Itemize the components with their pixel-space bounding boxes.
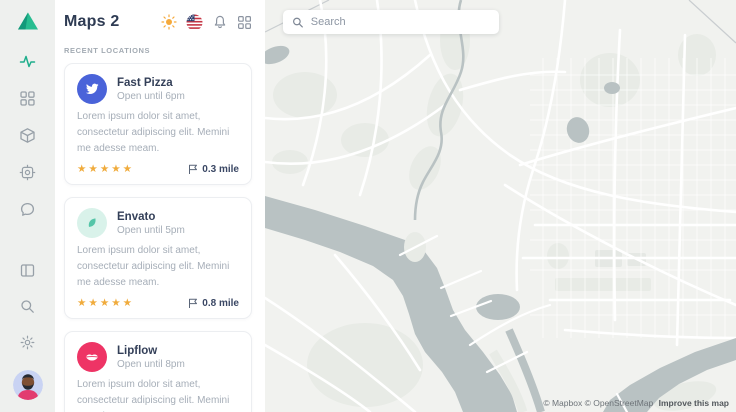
search-icon [292, 16, 304, 29]
leaf-icon [77, 208, 107, 238]
location-name: Lipflow [117, 345, 185, 357]
location-hours: Open until 6pm [117, 91, 185, 102]
user-avatar[interactable] [13, 370, 43, 400]
map-tiles [265, 0, 736, 412]
location-description: Lorem ipsum dolor sit amet, consectetur … [77, 109, 239, 157]
grid-icon[interactable] [19, 90, 36, 107]
location-card-lipflow[interactable]: Lipflow Open until 8pm Lorem ipsum dolor… [64, 331, 252, 412]
bell-icon[interactable] [212, 14, 228, 30]
avatar-image [13, 370, 43, 400]
distance-badge: 0.3 mile [188, 164, 239, 175]
location-hours: Open until 8pm [117, 359, 185, 370]
mapbox-link[interactable]: © Mapbox [543, 398, 582, 408]
location-name: Envato [117, 211, 185, 223]
sidebar-nav [19, 53, 36, 218]
activity-icon[interactable] [19, 53, 36, 70]
map-attribution: © Mapbox © OpenStreetMap Improve this ma… [543, 398, 729, 408]
gear-icon[interactable] [19, 334, 36, 351]
bird-icon [77, 74, 107, 104]
flag-icon [188, 164, 198, 175]
location-description: Lorem ipsum dolor sit amet, consectetur … [77, 243, 239, 291]
triangle-logo-icon [16, 10, 40, 32]
sidebar-bottom-nav [13, 262, 43, 400]
location-name: Fast Pizza [117, 77, 185, 89]
panel-header: Maps 2 [55, 0, 265, 31]
us-flag-icon[interactable] [186, 14, 203, 31]
recent-locations-list: Fast Pizza Open until 6pm Lorem ipsum do… [55, 63, 265, 412]
sidebar-rail [0, 0, 55, 412]
location-card-envato[interactable]: Envato Open until 5pm Lorem ipsum dolor … [64, 197, 252, 319]
section-label: RECENT LOCATIONS [55, 31, 265, 63]
distance-value: 0.3 mile [202, 164, 239, 175]
location-hours: Open until 5pm [117, 225, 185, 236]
map-canvas[interactable]: © Mapbox © OpenStreetMap Improve this ma… [265, 0, 736, 412]
chip-icon[interactable] [19, 164, 36, 181]
map-search-bar [283, 10, 499, 34]
apps-grid-icon[interactable] [237, 15, 252, 30]
improve-map-link[interactable]: Improve this map [659, 398, 729, 408]
distance-badge: 0.8 mile [188, 298, 239, 309]
rating-stars: ★★★★★ [77, 297, 134, 309]
layout-sidebar-icon[interactable] [19, 262, 36, 279]
app-logo[interactable] [16, 10, 40, 37]
page-title: Maps 2 [64, 13, 119, 31]
location-description: Lorem ipsum dolor sit amet, consectetur … [77, 377, 239, 412]
search-input[interactable] [311, 16, 490, 28]
header-icons [161, 14, 252, 31]
osm-link[interactable]: © OpenStreetMap [585, 398, 654, 408]
locations-panel: Maps 2 [55, 0, 265, 412]
location-card-fast-pizza[interactable]: Fast Pizza Open until 6pm Lorem ipsum do… [64, 63, 252, 185]
flag-icon [188, 298, 198, 309]
lips-icon [77, 342, 107, 372]
sun-icon[interactable] [161, 14, 177, 30]
chat-bubble-icon[interactable] [19, 201, 36, 218]
distance-value: 0.8 mile [202, 298, 239, 309]
search-icon[interactable] [19, 298, 36, 315]
rating-stars: ★★★★★ [77, 163, 134, 175]
box-icon[interactable] [19, 127, 36, 144]
